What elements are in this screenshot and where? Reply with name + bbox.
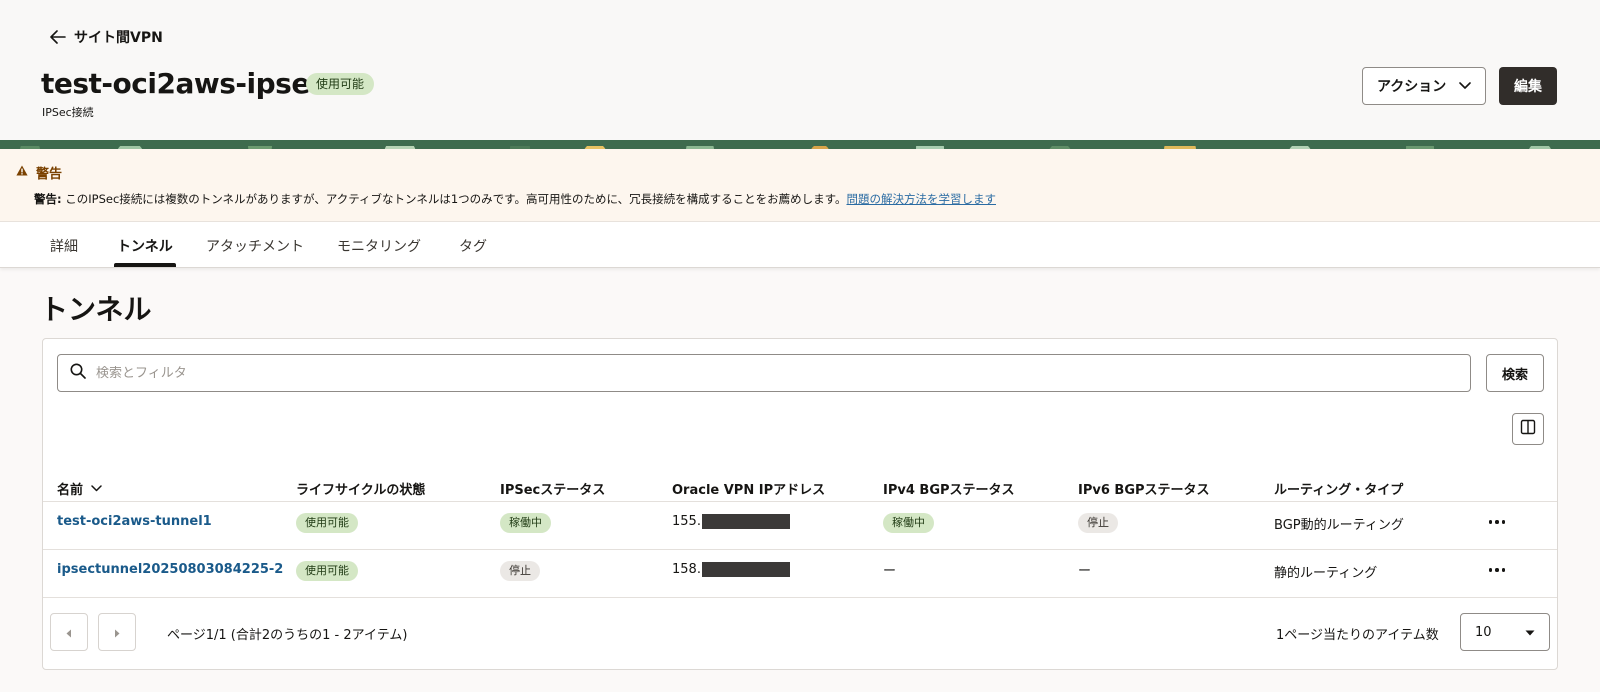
routing-type: 静的ルーティング (1274, 566, 1378, 581)
tunnel-name-link[interactable]: test-oci2aws-tunnel1 (57, 514, 212, 529)
warning-title-text: 警告 (36, 167, 63, 182)
actions-menu-button[interactable]: アクション (1362, 67, 1486, 105)
chevron-down-icon (1459, 78, 1471, 94)
tunnels-panel: 検索 名前 ライフサイクルの状態 IPSecステータス Oracle VPN I… (42, 338, 1558, 670)
ipsec-status-badge: 停止 (500, 561, 540, 581)
more-icon (1495, 568, 1499, 572)
column-settings-button[interactable] (1512, 413, 1544, 445)
routing-type: BGP動的ルーティング (1274, 518, 1404, 533)
more-icon (1501, 568, 1506, 572)
search-input[interactable] (96, 365, 1470, 381)
search-button[interactable]: 検索 (1486, 354, 1544, 392)
ipv6-bgp-value: ー (1078, 564, 1092, 579)
page-title: test-oci2aws-ipsec (41, 67, 326, 100)
oracle-vpn-ip: 155. (672, 514, 790, 529)
more-icon (1495, 520, 1499, 524)
ipv6-bgp-badge: 停止 (1078, 513, 1118, 533)
caret-down-icon (1525, 625, 1535, 640)
tab-monitoring[interactable]: モニタリング (337, 236, 421, 256)
tab-bar: 詳細 トンネル アタッチメント モニタリング タグ (0, 222, 1600, 268)
warning-banner: 警告 警告: このIPSec接続には複数のトンネルがありますが、アクティブなトン… (0, 149, 1600, 222)
more-icon (1488, 568, 1493, 572)
warning-prefix: 警告: (34, 192, 62, 206)
ipsec-status-badge: 稼働中 (500, 513, 551, 533)
column-header-name-label: 名前 (57, 483, 84, 498)
status-badge: 使用可能 (306, 73, 375, 95)
tab-details[interactable]: 詳細 (50, 236, 78, 256)
redacted-block (701, 562, 790, 577)
active-tab-indicator (114, 263, 176, 267)
ip-prefix: 158. (672, 562, 701, 577)
column-header-ipv6-bgp: IPv6 BGPステータス (1078, 483, 1210, 498)
lifecycle-badge: 使用可能 (296, 513, 358, 533)
tab-attachments[interactable]: アタッチメント (206, 236, 304, 256)
ipv4-bgp-badge: 稼働中 (883, 513, 934, 533)
table-divider (43, 597, 1557, 598)
page-subtitle: IPSec接続 (42, 106, 94, 119)
items-per-page-label: 1ページ当たりのアイテム数 (1276, 628, 1439, 643)
more-icon (1501, 520, 1506, 524)
table-divider (43, 549, 1557, 550)
column-header-ipv4-bgp: IPv4 BGPステータス (883, 483, 1015, 498)
columns-icon (1520, 419, 1536, 439)
table-divider (43, 501, 1557, 502)
tab-tunnels[interactable]: トンネル (117, 236, 173, 256)
column-header-oracle-ip: Oracle VPN IPアドレス (672, 483, 826, 498)
ipv4-bgp-value: ー (883, 564, 897, 579)
ip-prefix: 155. (672, 514, 701, 529)
search-icon (70, 363, 86, 383)
column-header-lifecycle: ライフサイクルの状態 (296, 483, 426, 498)
pagination-summary: ページ1/1 (合計2のうちの1 - 2アイテム) (167, 628, 408, 643)
column-header-name[interactable]: 名前 (57, 479, 102, 498)
arrow-left-icon (50, 30, 66, 44)
warning-body: このIPSec接続には複数のトンネルがありますが、アクティブなトンネルは1つのみ… (61, 192, 847, 206)
items-per-page-select[interactable]: 10 (1460, 613, 1550, 651)
decorative-banner (0, 140, 1600, 149)
sort-chevron-down-icon (91, 481, 102, 496)
row-actions-button[interactable] (1484, 511, 1510, 533)
warning-message: 警告: このIPSec接続には複数のトンネルがありますが、アクティブなトンネルは… (34, 191, 996, 207)
column-header-routing-type: ルーティング・タイプ (1274, 483, 1404, 498)
redacted-block (701, 514, 790, 529)
previous-page-button[interactable] (50, 613, 88, 651)
row-actions-button[interactable] (1484, 559, 1510, 581)
caret-right-icon (114, 623, 120, 642)
items-per-page-value: 10 (1475, 624, 1492, 640)
back-link-label: サイト間VPN (74, 30, 163, 46)
column-header-ipsec-status: IPSecステータス (500, 483, 606, 498)
page-header: サイト間VPN test-oci2aws-ipsec 使用可能 IPSec接続 … (0, 0, 1600, 140)
section-title: トンネル (40, 293, 152, 326)
lifecycle-badge: 使用可能 (296, 561, 358, 581)
search-field[interactable] (57, 354, 1471, 392)
edit-button[interactable]: 編集 (1499, 67, 1557, 105)
troubleshoot-link[interactable]: 問題の解決方法を学習します (847, 192, 997, 206)
tunnel-name-link[interactable]: ipsectunnel20250803084225-2 (57, 562, 283, 577)
next-page-button[interactable] (98, 613, 136, 651)
actions-label: アクション (1377, 79, 1447, 95)
oracle-vpn-ip: 158. (672, 562, 790, 577)
more-icon (1488, 520, 1493, 524)
warning-title: 警告 (16, 163, 62, 182)
warning-icon (16, 165, 28, 180)
tab-tags[interactable]: タグ (459, 236, 487, 256)
caret-left-icon (66, 623, 72, 642)
back-link[interactable]: サイト間VPN (50, 26, 163, 48)
